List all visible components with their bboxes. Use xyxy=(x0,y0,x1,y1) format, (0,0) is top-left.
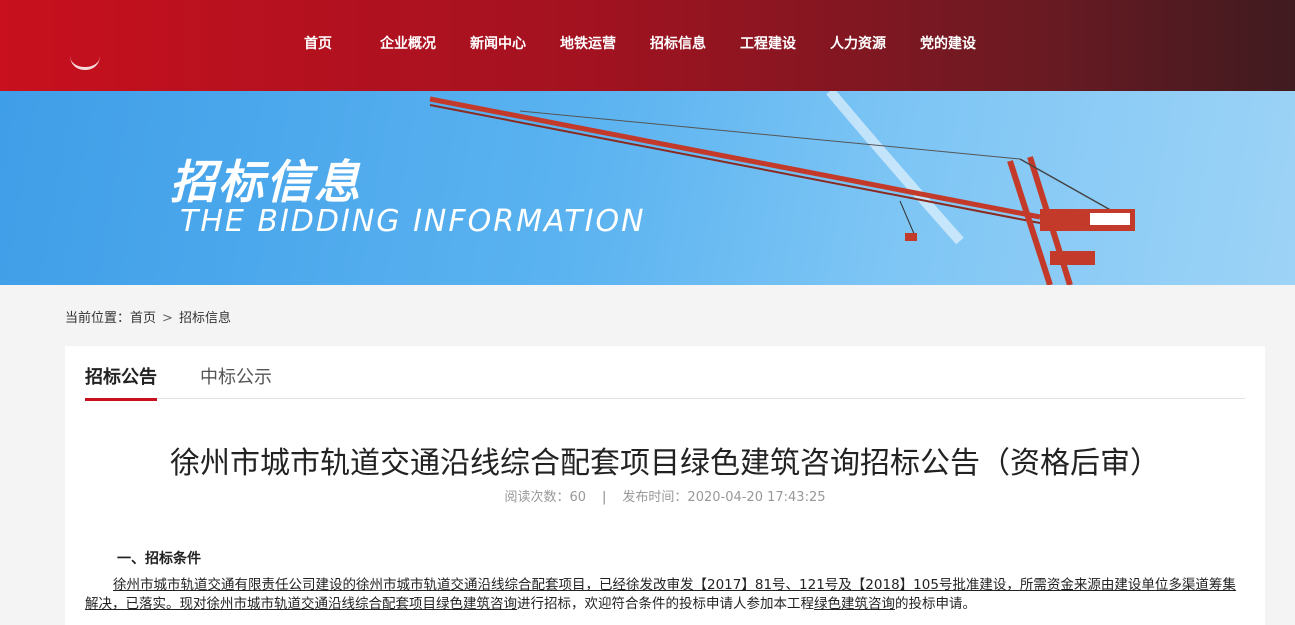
paragraph-link-green-building: 绿色建筑咨询 xyxy=(436,596,517,612)
nav-item-construction[interactable]: 工程建设 xyxy=(740,33,796,53)
nav-item-news[interactable]: 新闻中心 xyxy=(470,33,526,53)
paragraph-link-green-building-2: 绿色建筑咨询 xyxy=(814,596,895,612)
tab-bidding-announcement[interactable]: 招标公告 xyxy=(85,363,157,401)
breadcrumb: 当前位置：首页 > 招标信息 xyxy=(65,307,231,326)
paragraph-text-2: 进行招标，欢迎符合条件的投标申请人参加本工程 xyxy=(517,596,814,612)
main-nav: 首页 企业概况 新闻中心 地铁运营 招标信息 工程建设 人力资源 党的建设 xyxy=(0,33,1295,55)
article-meta: 阅读次数：60 | 发布时间：2020-04-20 17:43:25 xyxy=(65,486,1265,505)
section-heading: 一、招标条件 xyxy=(117,551,201,567)
breadcrumb-home[interactable]: 首页 xyxy=(130,307,156,326)
nav-item-home[interactable]: 首页 xyxy=(304,33,332,53)
banner-subtitle: THE BIDDING INFORMATION xyxy=(180,204,646,239)
article-title: 徐州市城市轨道交通沿线综合配套项目绿色建筑咨询招标公告（资格后审） xyxy=(170,446,1160,481)
read-count: 阅读次数：60 xyxy=(504,490,587,505)
breadcrumb-current[interactable]: 招标信息 xyxy=(179,307,231,326)
publish-time: 发布时间：2020-04-20 17:43:25 xyxy=(622,490,826,505)
paragraph-text-3: 的投标申请。 xyxy=(895,596,976,612)
content-panel: 招标公告 中标公示 徐州市城市轨道交通沿线综合配套项目绿色建筑咨询招标公告（资格… xyxy=(65,346,1265,625)
tab-award-notice[interactable]: 中标公示 xyxy=(200,363,272,389)
nav-item-bidding[interactable]: 招标信息 xyxy=(650,33,706,53)
breadcrumb-label: 当前位置： xyxy=(65,311,131,326)
nav-item-metro-operation[interactable]: 地铁运营 xyxy=(560,33,616,53)
nav-item-hr[interactable]: 人力资源 xyxy=(830,33,886,53)
nav-item-company[interactable]: 企业概况 xyxy=(380,33,436,53)
meta-divider: | xyxy=(602,490,607,505)
tab-bar: 招标公告 中标公示 xyxy=(85,346,1245,401)
banner-title: 招标信息 xyxy=(170,155,362,209)
article-paragraph: 徐州市城市轨道交通有限责任公司建设的徐州市城市轨道交通沿线综合配套项目，已经徐发… xyxy=(85,576,1245,614)
logo[interactable] xyxy=(70,56,100,70)
nav-item-party[interactable]: 党的建设 xyxy=(920,33,976,53)
breadcrumb-separator: > xyxy=(162,311,173,326)
page-banner: 招标信息 THE BIDDING INFORMATION xyxy=(0,91,1295,285)
site-header: 首页 企业概况 新闻中心 地铁运营 招标信息 工程建设 人力资源 党的建设 xyxy=(0,0,1295,91)
